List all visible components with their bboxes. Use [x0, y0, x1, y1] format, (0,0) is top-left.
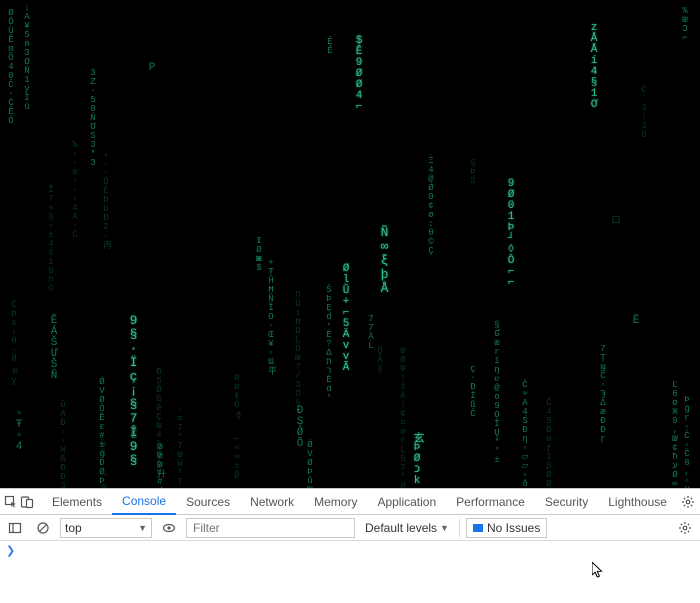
devtools-tabbar: Elements Console Sources Network Memory …: [0, 489, 700, 515]
matrix-rain-column: ØlŬ+⌐5ÄvvÃ: [340, 263, 352, 373]
matrix-rain-column: Î7≈§▫±4šת10©: [46, 185, 56, 293]
tab-performance[interactable]: Performance: [446, 489, 535, 514]
matrix-rain-column: ŠÞẸdיÈ?∆רתÈα°: [324, 285, 334, 402]
devtools-panel: Elements Console Sources Network Memory …: [0, 488, 700, 603]
matrix-rain-column: ủAÐ▫▫אßÐĐ3‚: [58, 400, 68, 488]
tab-lighthouse[interactable]: Lighthouse: [598, 489, 677, 514]
inspect-element-icon[interactable]: [4, 491, 18, 513]
matrix-rain-column: ČÞx↓θ▫Йคχ: [7, 300, 21, 385]
matrix-rain-column: ŞÞŚ: [468, 158, 478, 185]
matrix-rain-column: Þġr▫Ĉ▫Č8,▫א‚Ѝ‹3▫T*: [682, 395, 692, 488]
matrix-rain-column: Ē: [128, 430, 140, 441]
settings-icon[interactable]: [681, 491, 695, 513]
matrix-rain-column: Ъ▫▫e▫▫▫4A▫Ĉ: [70, 140, 80, 239]
issues-label: No Issues: [487, 521, 540, 535]
matrix-rain-column: Ē: [630, 315, 642, 326]
live-expression-icon[interactable]: [158, 517, 180, 539]
matrix-rain-column: חÙıĦÓĹÕ₪7/3Ʊ§: [293, 290, 303, 407]
matrix-rain-column: %₪Ɔ⌐: [680, 6, 690, 42]
console-output[interactable]: ❯: [0, 541, 700, 603]
context-selector-value: top: [65, 521, 82, 535]
tab-network[interactable]: Network: [240, 489, 304, 514]
filter-input[interactable]: [186, 518, 355, 538]
device-toolbar-icon[interactable]: [20, 491, 34, 513]
console-toolbar: top ▼ Default levels ▼ No Issues: [0, 515, 700, 541]
matrix-rain-column: 9§·Ïç¡§7Î9§: [126, 313, 141, 467]
context-selector[interactable]: top ▼: [60, 518, 152, 538]
matrix-rain-column: §Ɠærĭŋ℮@о9OÎŲ*°±: [492, 320, 502, 464]
matrix-rain-column: 3Z·58ŃƠS3*3: [88, 68, 98, 167]
matrix-rain-column: ▫¤7*7₪Ŵ²7יÞ¹5¢▫: [175, 405, 185, 488]
log-level-value: Default levels: [365, 521, 437, 535]
console-prompt-row: ❯: [0, 541, 700, 559]
separator: [459, 519, 460, 537]
matrix-rain-column: 玄ÞØכk: [409, 432, 425, 486]
tab-security[interactable]: Security: [535, 489, 598, 514]
tab-console[interactable]: Console: [112, 489, 176, 515]
matrix-rain-column: ç·ÐÌßĈ: [468, 364, 478, 418]
matrix-rain-column: Ĉ≈A4ŚÐη▫▱▱▫ð: [520, 380, 530, 488]
tab-sources[interactable]: Sources: [176, 489, 240, 514]
issues-button[interactable]: No Issues: [466, 518, 547, 538]
matrix-rain-column: 7ŢϣĊ▫Ϡ∆æĐĐŗ: [598, 344, 608, 443]
matrix-rain-column: Ĉ45Đøƒ1βØØ: [544, 398, 554, 488]
tab-memory[interactable]: Memory: [304, 489, 367, 514]
matrix-rain-column: שØΦ!ŝÄ!¢¤øřĻ57*∂: [398, 346, 408, 488]
matrix-rain-column: ŴÑ▫এค: [96, 440, 111, 488]
matrix-rain-column: ØøŧÔऐ⌐≈∞±β: [231, 373, 244, 479]
matrix-rain-column: Ξ4@Ǿ0¢ø:θ©Ç: [426, 156, 436, 255]
matrix-rain-column: Ñ∞ξþÅ: [377, 225, 392, 295]
matrix-rain-column: Ľ6øЖ9‚₪¢ħעØ∞⌐·: [670, 380, 680, 488]
matrix-rain-column: ₪₪₪升#十习≠: [154, 442, 167, 488]
matrix-rain-column: ▫Ŧ▫4: [13, 408, 25, 452]
console-input[interactable]: [21, 544, 694, 556]
matrix-rain-column: P: [146, 62, 158, 73]
log-level-selector[interactable]: Default levels ▼: [361, 518, 453, 538]
matrix-rain-column: ǬĀ§: [375, 346, 385, 373]
matrix-rain-column: 77ÄĹ: [366, 314, 376, 350]
matrix-rain-column: □: [610, 215, 622, 226]
page-viewport: $Ê9ØØ4⌐ Ñ∞ξþÅ ØlŬ+⌐5ÄvvÃ 9§·Ïç¡§7Î9§ ŠÞẸdיÈ?…: [0, 0, 700, 488]
matrix-rain-column: ĒÊ: [325, 37, 335, 55]
prompt-chevron-icon: ❯: [6, 544, 15, 557]
tab-strip: Elements Console Sources Network Memory …: [42, 489, 677, 514]
console-sidebar-toggle-icon[interactable]: [4, 517, 26, 539]
matrix-rain-column: ↓A¥Śя3ƠÑ1ýÌü: [22, 3, 32, 111]
caret-down-icon: ▼: [138, 523, 147, 533]
matrix-rain-column: $Ê9ØØ4⌐: [353, 35, 365, 112]
matrix-rain-column: ‹▫▫ŌÉƅƅÐ2▫丙: [100, 150, 113, 248]
matrix-rain-column: ƗØ◙$: [254, 236, 264, 272]
matrix-rain-column: +ŦĤĦŇÎO·Œ¥▫Ɯ平: [265, 258, 278, 374]
matrix-rain-column: Ĉʻ3⁝36: [639, 85, 649, 139]
tab-application[interactable]: Application: [367, 489, 446, 514]
caret-down-icon: ▼: [440, 523, 449, 533]
flag-icon: [473, 524, 483, 532]
matrix-rain-column: ĔÁŠƯŠŇ: [48, 315, 60, 381]
matrix-rain-column: ǾVØÞů₪: [305, 440, 315, 488]
matrix-rain-column: zÅÅí4§1Ơ: [588, 22, 600, 110]
console-settings-icon[interactable]: [674, 517, 696, 539]
tab-elements[interactable]: Elements: [42, 489, 112, 514]
matrix-rain-column: ØÖÙÊmÕ40Č·ĊĒÖ: [6, 8, 16, 125]
clear-console-icon[interactable]: [32, 517, 54, 539]
matrix-rain-column: 9Ø01Þ┘◊Ō⌐⌐: [505, 178, 517, 288]
